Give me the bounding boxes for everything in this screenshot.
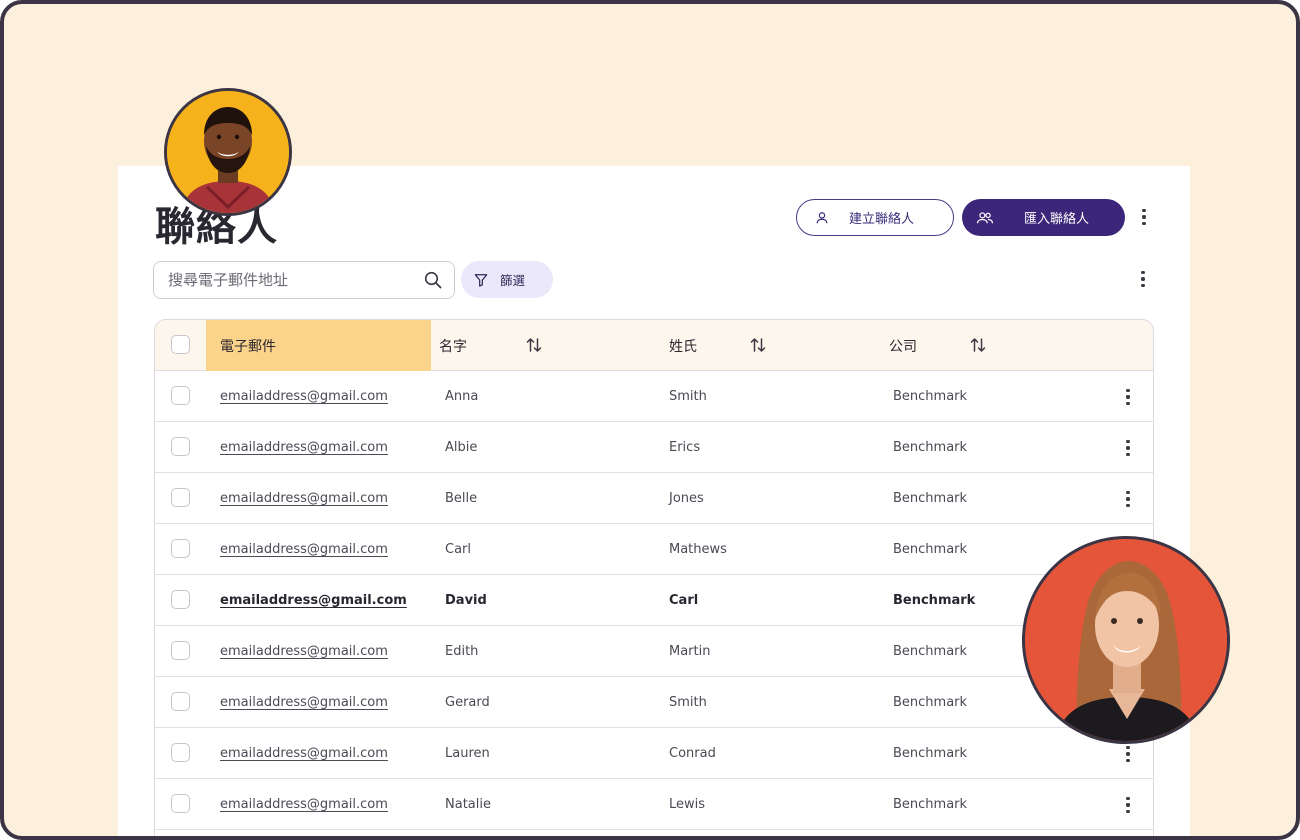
- first-name-cell: Gerard: [445, 695, 490, 710]
- first-name-cell: David: [445, 593, 487, 608]
- search-box: [153, 261, 455, 299]
- table-row[interactable]: emailaddress@gmail.com Natalie Lewis Ben…: [155, 779, 1153, 830]
- contacts-card: 聯絡人 建立聯絡人 匯入聯絡人 搜尋電子郵件地址 篩選 電子郵件 名字 姓氏 公…: [118, 166, 1190, 836]
- last-name-cell: Lewis: [669, 797, 706, 812]
- group-icon: [976, 211, 994, 223]
- email-link[interactable]: emailaddress@gmail.com: [220, 473, 388, 524]
- row-checkbox[interactable]: [171, 794, 190, 813]
- table-row[interactable]: emailaddress@gmail.com Carl Mathews Benc…: [155, 524, 1153, 575]
- avatar: [1022, 536, 1230, 744]
- email-link[interactable]: emailaddress@gmail.com: [220, 677, 388, 728]
- email-link[interactable]: emailaddress@gmail.com: [220, 728, 388, 779]
- table-header: 電子郵件 名字 姓氏 公司: [155, 320, 1153, 371]
- table-row[interactable]: emailaddress@gmail.com Edith Martin Benc…: [155, 626, 1153, 677]
- app-frame: 聯絡人 建立聯絡人 匯入聯絡人 搜尋電子郵件地址 篩選 電子郵件 名字 姓氏 公…: [0, 0, 1300, 840]
- first-name-cell: Belle: [445, 491, 478, 506]
- company-cell: Benchmark: [893, 542, 968, 557]
- row-checkbox[interactable]: [171, 590, 190, 609]
- last-name-cell: Smith: [669, 389, 707, 404]
- more-vertical-icon[interactable]: [1121, 794, 1135, 816]
- row-checkbox[interactable]: [171, 743, 190, 762]
- company-cell: Benchmark: [893, 695, 968, 710]
- row-checkbox[interactable]: [171, 437, 190, 456]
- header-last-name[interactable]: 姓氏: [669, 320, 697, 371]
- first-name-cell: Albie: [445, 440, 478, 455]
- company-cell: Benchmark: [893, 440, 968, 455]
- email-link[interactable]: emailaddress@gmail.com: [220, 779, 388, 830]
- header-company[interactable]: 公司: [889, 320, 917, 371]
- row-checkbox[interactable]: [171, 539, 190, 558]
- row-checkbox[interactable]: [171, 488, 190, 507]
- last-name-cell: Smith: [669, 695, 707, 710]
- company-cell: Benchmark: [893, 491, 968, 506]
- company-cell: Benchmark: [893, 797, 968, 812]
- avatar-man-image: [167, 91, 289, 213]
- sort-icon[interactable]: [969, 336, 987, 354]
- more-vertical-icon[interactable]: [1121, 437, 1135, 459]
- import-contacts-label: 匯入聯絡人: [1024, 212, 1090, 227]
- filter-label: 篩選: [500, 273, 526, 288]
- avatar-woman-image: [1025, 539, 1227, 741]
- email-link[interactable]: emailaddress@gmail.com: [220, 371, 388, 422]
- create-contact-button[interactable]: 建立聯絡人: [796, 199, 954, 236]
- last-name-cell: Carl: [669, 593, 699, 608]
- filter-icon: [474, 273, 488, 287]
- row-checkbox[interactable]: [171, 641, 190, 660]
- avatar: [164, 88, 292, 216]
- email-link[interactable]: emailaddress@gmail.com: [220, 422, 388, 473]
- search-icon[interactable]: [424, 271, 442, 289]
- last-name-cell: Mathews: [669, 542, 727, 557]
- email-link[interactable]: emailaddress@gmail.com: [220, 575, 407, 626]
- row-checkbox[interactable]: [171, 692, 190, 711]
- table-row[interactable]: emailaddress@gmail.com Albie Erics Bench…: [155, 422, 1153, 473]
- select-all-checkbox[interactable]: [171, 335, 190, 354]
- first-name-cell: Edith: [445, 644, 479, 659]
- first-name-cell: Natalie: [445, 797, 491, 812]
- sort-icon[interactable]: [749, 336, 767, 354]
- last-name-cell: Conrad: [669, 746, 716, 761]
- company-cell: Benchmark: [893, 593, 976, 608]
- company-cell: Benchmark: [893, 389, 968, 404]
- more-vertical-icon[interactable]: [1121, 743, 1135, 765]
- first-name-cell: Carl: [445, 542, 471, 557]
- table-row[interactable]: emailaddress@gmail.com Anna Smith Benchm…: [155, 371, 1153, 422]
- table-row[interactable]: emailaddress@gmail.com Belle Jones Bench…: [155, 473, 1153, 524]
- email-link[interactable]: emailaddress@gmail.com: [220, 626, 388, 677]
- more-vertical-icon[interactable]: [1121, 386, 1135, 408]
- first-name-cell: Lauren: [445, 746, 490, 761]
- last-name-cell: Martin: [669, 644, 711, 659]
- import-contacts-button[interactable]: 匯入聯絡人: [962, 199, 1125, 236]
- person-icon: [816, 211, 828, 223]
- company-cell: Benchmark: [893, 746, 968, 761]
- last-name-cell: Jones: [669, 491, 704, 506]
- more-vertical-icon[interactable]: [1137, 206, 1151, 228]
- more-vertical-icon[interactable]: [1136, 268, 1150, 290]
- more-vertical-icon[interactable]: [1121, 488, 1135, 510]
- create-contact-label: 建立聯絡人: [849, 212, 915, 227]
- sort-icon[interactable]: [525, 336, 543, 354]
- first-name-cell: Anna: [445, 389, 479, 404]
- search-input[interactable]: [154, 262, 414, 298]
- header-first-name[interactable]: 名字: [439, 320, 467, 371]
- contacts-table: 電子郵件 名字 姓氏 公司 emailaddress@gmail.com Ann…: [154, 319, 1154, 836]
- filter-button[interactable]: 篩選: [461, 261, 553, 298]
- company-cell: Benchmark: [893, 644, 968, 659]
- table-row[interactable]: emailaddress@gmail.com David Carl Benchm…: [155, 575, 1153, 626]
- table-row[interactable]: emailaddress@gmail.com Lauren Conrad Ben…: [155, 728, 1153, 779]
- header-email[interactable]: 電子郵件: [220, 320, 276, 371]
- email-link[interactable]: emailaddress@gmail.com: [220, 524, 388, 575]
- last-name-cell: Erics: [669, 440, 701, 455]
- table-row[interactable]: emailaddress@gmail.com Gerard Smith Benc…: [155, 677, 1153, 728]
- row-checkbox[interactable]: [171, 386, 190, 405]
